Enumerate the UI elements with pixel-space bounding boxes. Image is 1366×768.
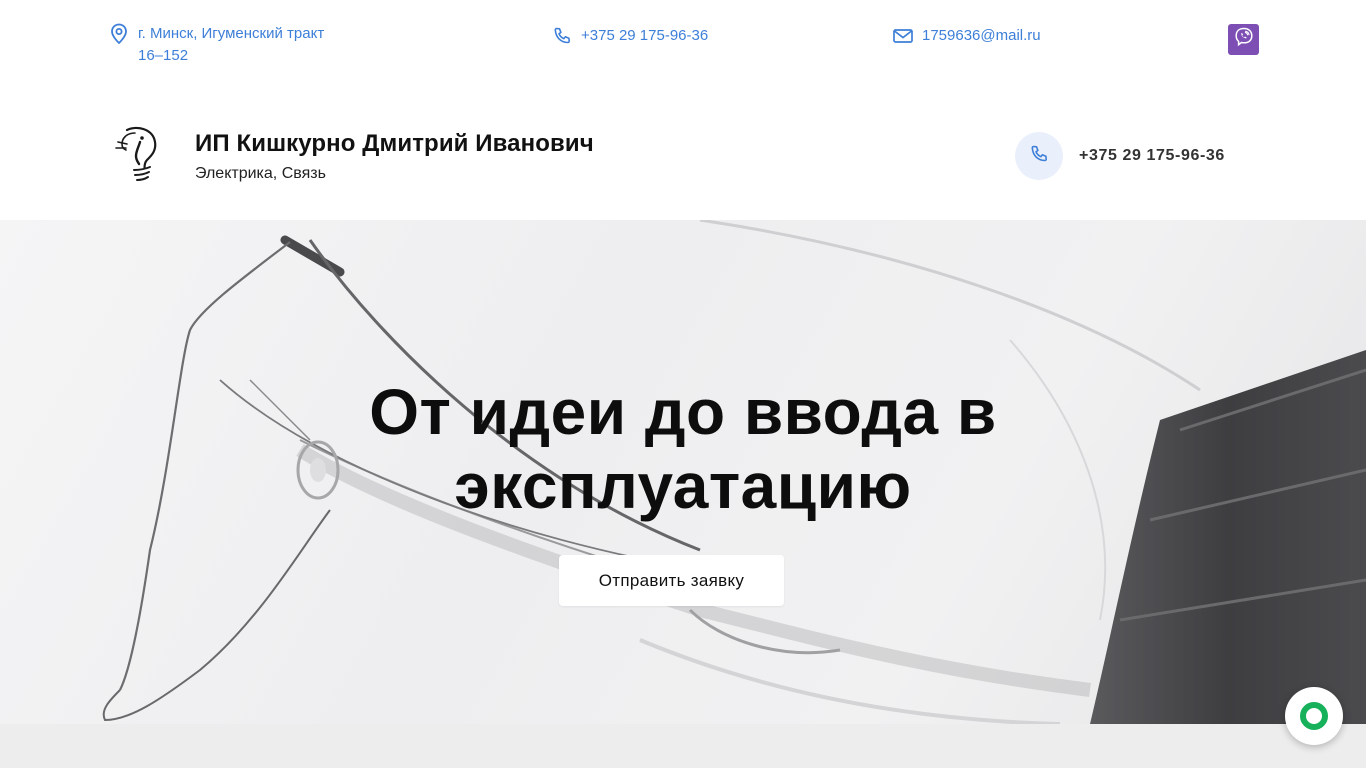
lightbulb-logo-icon[interactable] bbox=[113, 126, 165, 186]
address-contact[interactable]: г. Минск, Игуменский тракт 16–152 bbox=[108, 23, 348, 67]
company-tagline: Электрика, Связь bbox=[195, 165, 326, 182]
viber-icon bbox=[1233, 26, 1255, 53]
phone-icon bbox=[551, 25, 573, 47]
header-phone-link[interactable]: +375 29 175-96-36 bbox=[1079, 147, 1225, 165]
hero-title: От идеи до ввода в эксплуатацию bbox=[369, 376, 997, 522]
submit-request-button[interactable]: Отправить заявку bbox=[559, 555, 784, 606]
header-phone-button[interactable] bbox=[1015, 132, 1063, 180]
viber-button[interactable] bbox=[1228, 24, 1259, 55]
map-pin-icon bbox=[108, 23, 130, 45]
company-name: ИП Кишкурно Дмитрий Иванович bbox=[195, 130, 594, 157]
address-text: г. Минск, Игуменский тракт 16–152 bbox=[138, 25, 325, 64]
top-contact-bar: г. Минск, Игуменский тракт 16–152 +375 2… bbox=[0, 0, 1366, 90]
phone-icon bbox=[1029, 144, 1049, 169]
phone-text: +375 29 175-96-36 bbox=[581, 27, 709, 44]
email-link[interactable]: 1759636@mail.ru bbox=[892, 25, 1041, 47]
hero-section: От идеи до ввода в эксплуатацию Отправит… bbox=[0, 220, 1366, 724]
mail-icon bbox=[892, 25, 914, 47]
email-text: 1759636@mail.ru bbox=[922, 27, 1041, 44]
next-section-strip bbox=[0, 724, 1366, 768]
chat-ring-icon bbox=[1300, 702, 1328, 730]
phone-link[interactable]: +375 29 175-96-36 bbox=[551, 25, 708, 47]
site-header: ИП Кишкурно Дмитрий Иванович Электрика, … bbox=[0, 90, 1366, 220]
chat-widget-button[interactable] bbox=[1285, 687, 1343, 745]
